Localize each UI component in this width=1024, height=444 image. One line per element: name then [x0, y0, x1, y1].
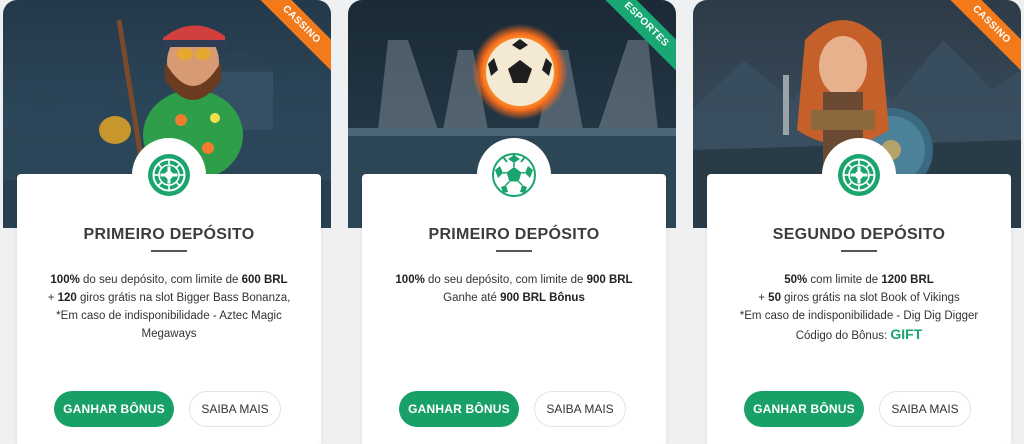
learn-more-button[interactable]: SAIBA MAIS [879, 391, 971, 427]
promo-panel: SEGUNDO DEPÓSITO 50% com limite de 1200 … [707, 138, 1011, 444]
description-text: *Em caso de indisponibilidade - Aztec Ma… [56, 310, 282, 322]
description-line: Megaways [35, 325, 303, 343]
promo-description: 100% do seu depósito, com limite de 600 … [35, 271, 303, 343]
description-line: + 50 giros grátis na slot Book of Viking… [725, 289, 993, 307]
description-line: + 120 giros grátis na slot Bigger Bass B… [35, 289, 303, 307]
claim-bonus-button[interactable]: GANHAR BÔNUS [744, 391, 864, 427]
description-line: 100% do seu depósito, com limite de 600 … [35, 271, 303, 289]
description-line: *Em caso de indisponibilidade - Dig Dig … [725, 307, 993, 325]
description-line: Ganhe até 900 BRL Bônus [380, 289, 648, 307]
description-text: giros grátis na slot Book of Vikings [780, 292, 960, 304]
description-highlight: 50% [784, 274, 808, 286]
bonus-code-line: Código do Bônus: GIFT [725, 325, 993, 345]
promo-description: 100% do seu depósito, com limite de 900 … [380, 271, 648, 307]
roulette-badge [132, 138, 206, 212]
promo-panel: PRIMEIRO DEPÓSITO 100% do seu depósito, … [17, 138, 321, 444]
ribbon-label: ESPORTES [596, 0, 676, 76]
description-text: + [758, 292, 769, 304]
ribbon-label: CASSINO [941, 0, 1021, 76]
description-text: do seu depósito, com limite de [79, 274, 242, 286]
soccer-badge [477, 138, 551, 212]
promo-panel: PRIMEIRO DEPÓSITO 100% do seu depósito, … [362, 138, 666, 444]
description-line: 50% com limite de 1200 BRL [725, 271, 993, 289]
description-text: *Em caso de indisponibilidade - Dig Dig … [739, 310, 979, 322]
ribbon-label: CASSINO [251, 0, 331, 76]
description-line: *Em caso de indisponibilidade - Aztec Ma… [35, 307, 303, 325]
promo-title: PRIMEIRO DEPÓSITO [83, 226, 255, 243]
title-divider [496, 250, 532, 252]
promo-card-sports-first-deposit: ESPORTES PRIMEIRO DEPÓSITO 100% do seu d… [348, 0, 676, 444]
title-divider [151, 250, 187, 252]
category-ribbon: ESPORTES [596, 0, 676, 80]
promo-card-casino-first-deposit: CASSINO PRIMEIRO DEPÓSITO 100% do seu de… [3, 0, 331, 444]
description-highlight: 100% [50, 274, 80, 286]
description-highlight: 100% [395, 274, 425, 286]
claim-bonus-button[interactable]: GANHAR BÔNUS [399, 391, 519, 427]
claim-bonus-button[interactable]: GANHAR BÔNUS [54, 391, 174, 427]
roulette-icon [836, 152, 882, 198]
description-text: Megaways [141, 328, 197, 340]
description-highlight: 50 [768, 292, 781, 304]
description-line: 100% do seu depósito, com limite de 900 … [380, 271, 648, 289]
category-ribbon: CASSINO [251, 0, 331, 80]
description-text: giros grátis na slot Bigger Bass Bonanza… [76, 292, 291, 304]
description-highlight: 900 BRL [586, 274, 633, 286]
promo-description: 50% com limite de 1200 BRL + 50 giros grá… [725, 271, 993, 345]
description-highlight: 120 [57, 292, 77, 304]
description-text: com limite de [807, 274, 882, 286]
description-highlight: 900 BRL Bônus [500, 292, 585, 304]
title-divider [841, 250, 877, 252]
description-text: + [47, 292, 58, 304]
bonus-code-value: GIFT [890, 326, 923, 342]
bonus-code-label: Código do Bônus: [795, 330, 891, 342]
roulette-icon [146, 152, 192, 198]
description-text: do seu depósito, com limite de [424, 274, 587, 286]
roulette-badge [822, 138, 896, 212]
learn-more-button[interactable]: SAIBA MAIS [189, 391, 281, 427]
category-ribbon: CASSINO [941, 0, 1021, 80]
promo-title: PRIMEIRO DEPÓSITO [428, 226, 600, 243]
description-highlight: 1200 BRL [881, 274, 934, 286]
description-text: Ganhe até [443, 292, 501, 304]
promo-title: SEGUNDO DEPÓSITO [772, 226, 946, 243]
description-highlight: 600 BRL [241, 274, 288, 286]
learn-more-button[interactable]: SAIBA MAIS [534, 391, 626, 427]
soccer-ball-icon [491, 152, 537, 198]
promo-card-casino-second-deposit: CASSINO SEGUNDO DEPÓSITO 50% com limite … [693, 0, 1021, 444]
